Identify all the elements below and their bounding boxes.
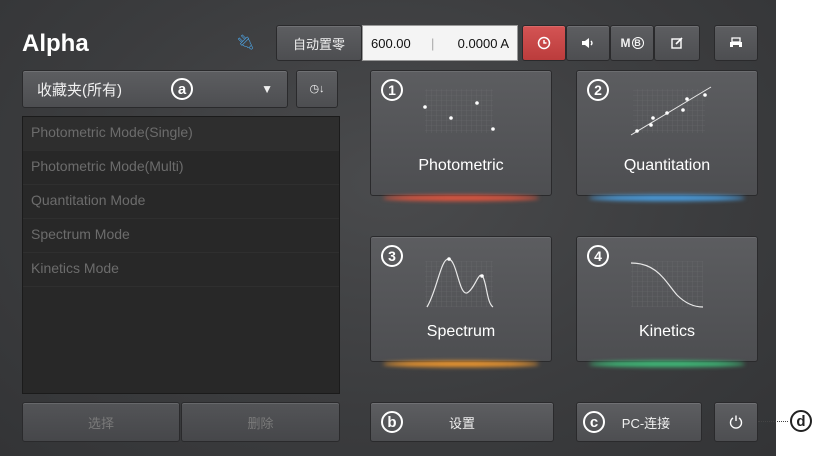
memory-badge-icon: B — [631, 37, 644, 49]
mode-tile-spectrum[interactable]: 3 Spectrum — [370, 236, 552, 367]
mode-number: 1 — [381, 79, 403, 101]
printer-icon — [730, 37, 742, 48]
mode-accent-glow — [383, 195, 539, 201]
memory-label: M — [620, 36, 631, 50]
edit-icon — [671, 37, 683, 49]
select-button[interactable]: 选择 — [22, 402, 180, 442]
photometric-graph-icon — [423, 89, 495, 133]
chevron-down-icon: ▼ — [261, 82, 273, 96]
settings-label: 设置 — [448, 415, 475, 431]
mode-accent-glow — [589, 361, 745, 367]
memory-button[interactable]: MB — [610, 25, 654, 61]
mode-number: 4 — [587, 245, 609, 267]
sort-time-icon: ◷↓ — [309, 83, 325, 95]
favorites-selected: 收藏夹(所有) — [37, 81, 122, 99]
mode-label: Kinetics — [638, 323, 696, 340]
callout-d: d — [790, 410, 812, 432]
favorites-list: Photometric Mode(Single) Photometric Mod… — [22, 116, 340, 394]
callout-a: a — [171, 78, 193, 100]
mode-number: 2 — [587, 79, 609, 101]
readout-divider: | — [431, 35, 435, 51]
usb-icon: 🔌︎ — [236, 34, 256, 51]
mode-tile-photometric[interactable]: 1 Photometric — [370, 70, 552, 201]
instrument-screen: Alpha 🔌︎ 自动置零 600.00 | 0.0000 A MB 收藏夹(所… — [0, 0, 776, 456]
absorbance-value: 0.0000 A — [457, 35, 509, 51]
settings-button[interactable]: b 设置 — [370, 402, 554, 442]
list-item[interactable]: Kinetics Mode — [23, 253, 339, 287]
pc-connect-button[interactable]: c PC-连接 — [576, 402, 702, 442]
wavelength-value: 600.00 — [371, 35, 411, 51]
list-item[interactable]: Spectrum Mode — [23, 219, 339, 253]
list-item[interactable]: Photometric Mode(Single) — [23, 117, 339, 151]
mode-label: Photometric — [418, 157, 504, 174]
sound-button[interactable] — [566, 25, 610, 61]
list-item[interactable]: Quantitation Mode — [23, 185, 339, 219]
mode-number: 3 — [381, 245, 403, 267]
autozero-button[interactable]: 自动置零 — [276, 25, 362, 61]
print-button[interactable] — [714, 25, 758, 61]
delete-button[interactable]: 删除 — [181, 402, 340, 442]
power-button[interactable] — [714, 402, 758, 442]
timer-button[interactable] — [522, 25, 566, 61]
mode-tile-quantitation[interactable]: 2 Quantitation — [576, 70, 758, 201]
mode-tile-kinetics[interactable]: 4 Kinetics — [576, 236, 758, 367]
app-title: Alpha — [22, 30, 89, 57]
power-icon — [729, 415, 743, 429]
clock-icon — [537, 36, 551, 50]
pc-connect-label: PC-连接 — [621, 415, 671, 431]
kinetics-graph-icon — [630, 261, 704, 308]
favorites-dropdown[interactable]: 收藏夹(所有) a ▼ — [22, 70, 288, 108]
callout-b: b — [381, 411, 403, 433]
measurement-readout: 600.00 | 0.0000 A — [362, 25, 518, 61]
mode-label: Quantitation — [623, 157, 711, 174]
mode-label: Spectrum — [426, 323, 496, 340]
mode-accent-glow — [589, 195, 745, 201]
spectrum-graph-icon — [425, 257, 494, 308]
quantitation-graph-icon — [630, 86, 712, 136]
edit-button[interactable] — [654, 25, 700, 61]
list-item[interactable]: Photometric Mode(Multi) — [23, 151, 339, 185]
callout-c: c — [583, 411, 605, 433]
callout-leader-line — [758, 421, 788, 422]
speaker-icon — [582, 38, 593, 48]
sort-button[interactable]: ◷↓ — [296, 70, 338, 108]
mode-accent-glow — [383, 361, 539, 367]
